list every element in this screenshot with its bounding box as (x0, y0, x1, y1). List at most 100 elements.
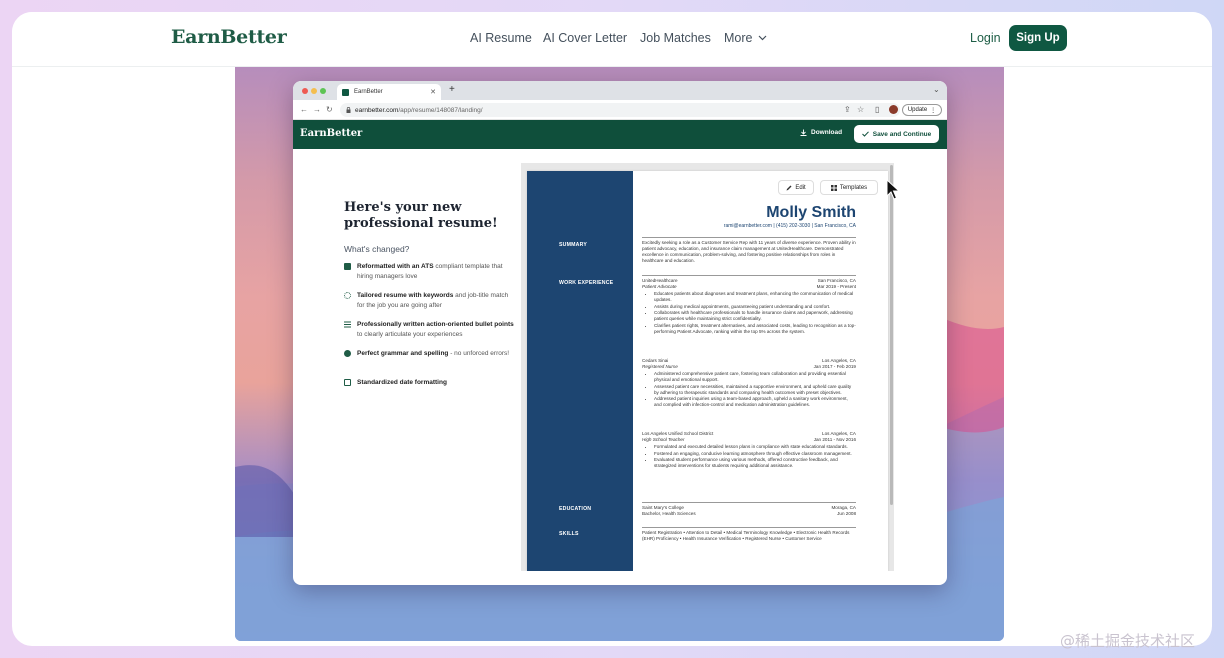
download-label: Download (811, 129, 843, 136)
feature-bold: Tailored resume with keywords (357, 292, 454, 299)
browser-tab-bar: EarnBetter ✕ + ⌄ (293, 81, 947, 100)
forward-arrow-icon[interactable]: → (313, 105, 321, 114)
feature-bold: Professionally written action-oriented b… (357, 321, 514, 328)
save-label: Save and Continue (872, 130, 932, 138)
job-dates: Jan 2011 - Nov 2016 (813, 437, 856, 442)
lock-icon (346, 107, 351, 113)
job-dates: Mar 2019 - Present (816, 284, 856, 289)
download-button[interactable]: Download (800, 129, 842, 136)
section-education-heading: EDUCATION (559, 506, 592, 512)
job-bullet: Assessed patient care necessities, maint… (654, 384, 856, 396)
feature-item: Tailored resume with keywords and job-ti… (344, 291, 514, 310)
target-icon (344, 292, 351, 299)
job-bullet: Addressed patient inquiries using a team… (654, 396, 856, 408)
job-entry: UnitedHealthcare San Francisco, CA Patien… (642, 278, 856, 335)
nav-ai-resume[interactable]: AI Resume (470, 31, 532, 45)
page-frame: EarnBetter AI Resume AI Cover Letter Job… (12, 12, 1212, 646)
education-date: Jun 2008 (837, 511, 856, 516)
feature-bold: Standardized date formatting (357, 379, 447, 386)
changes-panel: Here's your new professional resume! Wha… (293, 149, 521, 585)
resume-sidebar: SUMMARY WORK EXPERIENCE EDUCATION SKILLS (527, 171, 633, 571)
job-bullet: Formulated and executed detailed lesson … (654, 444, 856, 450)
minimize-dot[interactable] (311, 88, 317, 94)
grid-icon (830, 184, 837, 191)
job-bullet: Educates patients about diagnoses and tr… (654, 291, 856, 303)
education-entry: Saint Mary's College Moraga, CA Bachelor,… (642, 505, 856, 517)
section-work-heading: WORK EXPERIENCE (559, 280, 614, 286)
nav-more-label: More (724, 31, 753, 45)
resume-document[interactable]: SUMMARY WORK EXPERIENCE EDUCATION SKILLS… (527, 171, 888, 571)
signup-button[interactable]: Sign Up (1009, 25, 1067, 51)
resume-contact: rami@earnbetter.com | (415) 202-3030 | S… (723, 223, 856, 229)
job-bullet: Administered comprehensive patient care,… (654, 371, 856, 383)
feature-item: Standardized date formatting (344, 378, 514, 388)
edit-label: Edit (795, 184, 806, 191)
job-bullet: Evaluated student performance using vari… (654, 457, 856, 469)
hero-background: EarnBetter ✕ + ⌄ ← → ↻ earnbetter.com/ap… (235, 67, 1004, 641)
back-arrow-icon[interactable]: ← (300, 105, 308, 114)
resume-scrollbar[interactable] (890, 165, 893, 505)
tab-title: EarnBetter (354, 89, 383, 95)
check-icon (861, 131, 869, 137)
nav-ai-cover-letter[interactable]: AI Cover Letter (543, 31, 627, 45)
profile-avatar[interactable] (889, 105, 898, 114)
feature-item: Professionally written action-oriented b… (344, 320, 514, 339)
url-path: /app/resume/148087/landing/ (398, 106, 483, 114)
update-button[interactable]: Update ⋮ (902, 104, 942, 116)
templates-button[interactable]: Templates (820, 180, 878, 195)
section-skills-heading: SKILLS (559, 531, 579, 537)
new-tab-icon[interactable]: + (449, 84, 455, 95)
check-circle-icon (344, 350, 351, 357)
feature-bold: Perfect grammar and spelling (357, 350, 449, 357)
browser-tab[interactable]: EarnBetter ✕ (337, 84, 441, 100)
feature-text: - no unforced errors! (448, 350, 510, 357)
browser-window: EarnBetter ✕ + ⌄ ← → ↻ earnbetter.com/ap… (293, 81, 947, 585)
feature-item: Perfect grammar and spelling - no unforc… (344, 349, 514, 359)
close-dot[interactable] (302, 88, 308, 94)
app-logo[interactable]: EarnBetter (300, 128, 362, 139)
job-dates: Jan 2017 - Feb 2019 (813, 364, 856, 369)
job-bullet: Clarifies patient rights, treatment alte… (654, 323, 856, 335)
resume-summary: Excitedly seeking a role as a Customer S… (642, 240, 856, 263)
feature-text: to clearly articulate your experiences (357, 330, 463, 338)
job-bullet: Collaborates with healthcare professiona… (654, 310, 856, 322)
chevron-down-icon (759, 35, 767, 41)
pencil-icon (786, 185, 792, 190)
feature-bold: Reformatted with an ATS (357, 263, 434, 270)
top-navigation: EarnBetter AI Resume AI Cover Letter Job… (12, 12, 1212, 67)
mouse-cursor-icon (886, 179, 900, 200)
site-logo[interactable]: EarnBetter (171, 26, 287, 48)
tab-list-chevron-icon[interactable]: ⌄ (933, 85, 940, 94)
job-bullet: Fostered an engaging, conducive learning… (654, 451, 856, 457)
resume-preview-area: SUMMARY WORK EXPERIENCE EDUCATION SKILLS… (521, 163, 894, 571)
list-icon (344, 321, 351, 328)
app-header: EarnBetter Download Save and Continue (293, 120, 947, 149)
nav-job-matches[interactable]: Job Matches (640, 31, 711, 45)
bookmark-star-icon[interactable]: ☆ (857, 105, 864, 114)
nav-more-dropdown[interactable]: More (724, 31, 767, 45)
side-panel-icon[interactable]: ▯ (875, 105, 879, 114)
favicon-icon (342, 88, 349, 96)
resume-name: Molly Smith (766, 204, 856, 221)
edit-button[interactable]: Edit (778, 180, 814, 195)
job-bullet: Assists during medical appointments, gua… (654, 304, 856, 310)
feature-item: Reformatted with an ATS compliant templa… (344, 262, 514, 281)
reload-icon[interactable]: ↻ (326, 105, 333, 114)
resume-skills: Patient Registration • Attention to Deta… (642, 530, 850, 541)
section-divider (642, 237, 856, 238)
maximize-dot[interactable] (320, 88, 326, 94)
calendar-icon (344, 379, 351, 386)
job-title: Registered Nurse (642, 364, 678, 369)
section-divider (642, 275, 856, 276)
job-entry: Los Angeles Unified School District Los A… (642, 431, 856, 470)
save-and-continue-button[interactable]: Save and Continue (854, 125, 939, 143)
share-icon[interactable]: ⇪ (844, 105, 851, 114)
section-divider (642, 502, 856, 503)
login-link[interactable]: Login (970, 31, 1001, 45)
tab-close-icon[interactable]: ✕ (430, 88, 436, 96)
section-summary-heading: SUMMARY (559, 242, 588, 248)
section-divider (642, 527, 856, 528)
address-bar[interactable]: earnbetter.com/app/resume/148087/landing… (340, 103, 900, 117)
watermark: @稀土掘金技术社区 (1060, 632, 1196, 650)
download-icon (800, 129, 807, 136)
